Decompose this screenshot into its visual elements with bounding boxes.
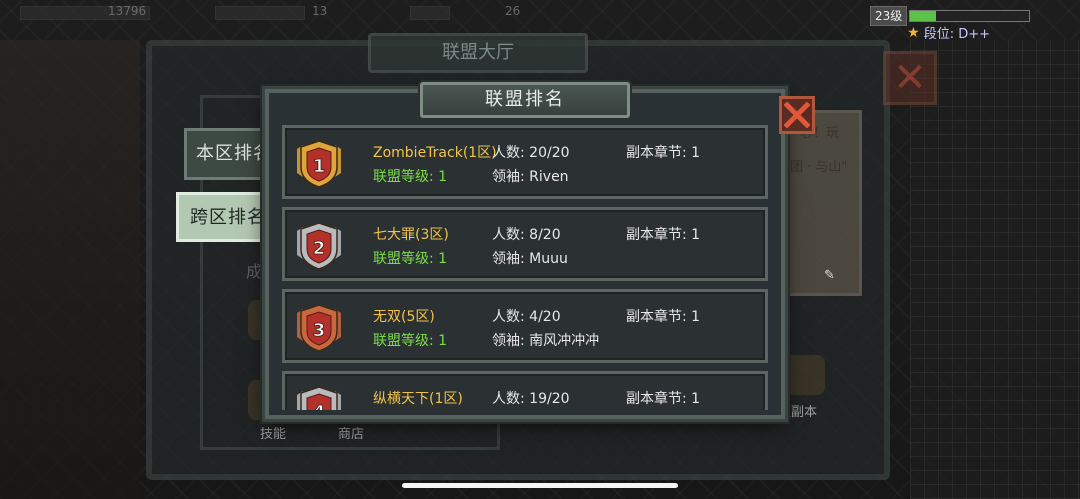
dungeon-icon[interactable] <box>785 355 825 395</box>
alliance-name: 纵横天下(1区) <box>373 391 463 407</box>
home-indicator[interactable] <box>402 483 678 488</box>
member-count: 人数: 19/20 <box>492 391 570 407</box>
hud-energy-bar <box>215 6 305 20</box>
ranking-row[interactable]: 2 七大罪(3区) 联盟等级: 1 人数: 8/20 领袖: Muuu 副本章节: 1 <box>282 207 768 281</box>
alliance-level: 联盟等级: 1 <box>373 251 448 267</box>
level-progress-fill <box>910 11 937 21</box>
close-icon <box>784 102 810 128</box>
ranking-row[interactable]: 4纵横天下(1区)联盟等级: 1人数: 19/20领袖: 副本章节: 1 <box>282 371 768 410</box>
rank-medal-icon: 4 <box>297 386 341 410</box>
member-count: 人数: 8/20 <box>492 227 561 243</box>
star-icon: ★ <box>907 24 920 41</box>
alliance-leader: 领袖: Muuu <box>492 251 568 267</box>
dialog-title: 联盟排名 <box>420 82 630 118</box>
alliance-name: ZombieTrack(1区) <box>373 145 497 161</box>
hud-value-2: 13 <box>312 4 328 18</box>
gold-medal-icon: 1 <box>297 140 341 188</box>
dungeon-chapter: 副本章节: 1 <box>626 227 701 243</box>
alliance-leader: 领袖: 南风冲冲冲 <box>492 333 600 349</box>
background-text: 成 <box>246 262 263 281</box>
level-progress-bar <box>909 10 1030 22</box>
close-button[interactable] <box>779 96 815 134</box>
skill-label: 技能 <box>260 427 287 442</box>
alliance-leader: 领袖: Riven <box>492 169 569 185</box>
alliance-ranking-list[interactable]: 1 ZombieTrack(1区) 联盟等级: 1 人数: 20/20 领袖: Rive… <box>282 125 770 410</box>
player-rank: ★ 段位: D++ <box>907 23 990 43</box>
silver-medal-icon: 2 <box>297 222 341 270</box>
hall-close-icon[interactable]: ✕ <box>883 51 937 105</box>
member-count: 人数: 20/20 <box>492 145 570 161</box>
rank-number: 1 <box>313 156 326 177</box>
background-room <box>910 40 1080 499</box>
dungeon-chapter: 副本章节: 1 <box>626 309 701 325</box>
alliance-name: 无双(5区) <box>373 309 435 325</box>
notice-text-line-2: 团 · 与山" <box>790 160 848 175</box>
hud-value-3: 26 <box>505 4 521 18</box>
hud-value-1: 13796 <box>108 4 147 18</box>
hud-resource-bar <box>410 6 450 20</box>
alliance-hall-title: 联盟大厅 <box>368 33 588 73</box>
member-count: 人数: 4/20 <box>492 309 561 325</box>
dungeon-chapter: 副本章节: 1 <box>626 145 701 161</box>
rank-number: 2 <box>313 238 326 259</box>
bronze-medal-icon: 3 <box>297 304 341 352</box>
rank-text: 段位: D++ <box>923 27 990 42</box>
alliance-level: 联盟等级: 1 <box>373 333 448 349</box>
shop-label: 商店 <box>338 427 365 442</box>
ranking-row[interactable]: 3 无双(5区) 联盟等级: 1 人数: 4/20 领袖: 南风冲冲冲 副本章节: 1 <box>282 289 768 363</box>
dungeon-chapter: 副本章节: 1 <box>626 391 701 407</box>
rank-number: 3 <box>313 320 326 341</box>
alliance-name: 七大罪(3区) <box>373 227 449 243</box>
rank-number: 4 <box>313 402 326 410</box>
ranking-row[interactable]: 1 ZombieTrack(1区) 联盟等级: 1 人数: 20/20 领袖: Rive… <box>282 125 768 199</box>
alliance-level: 联盟等级: 1 <box>373 169 448 185</box>
background-machinery <box>0 40 140 499</box>
edit-icon[interactable]: ✎ <box>824 268 835 283</box>
level-tag: 23级 <box>870 6 908 26</box>
